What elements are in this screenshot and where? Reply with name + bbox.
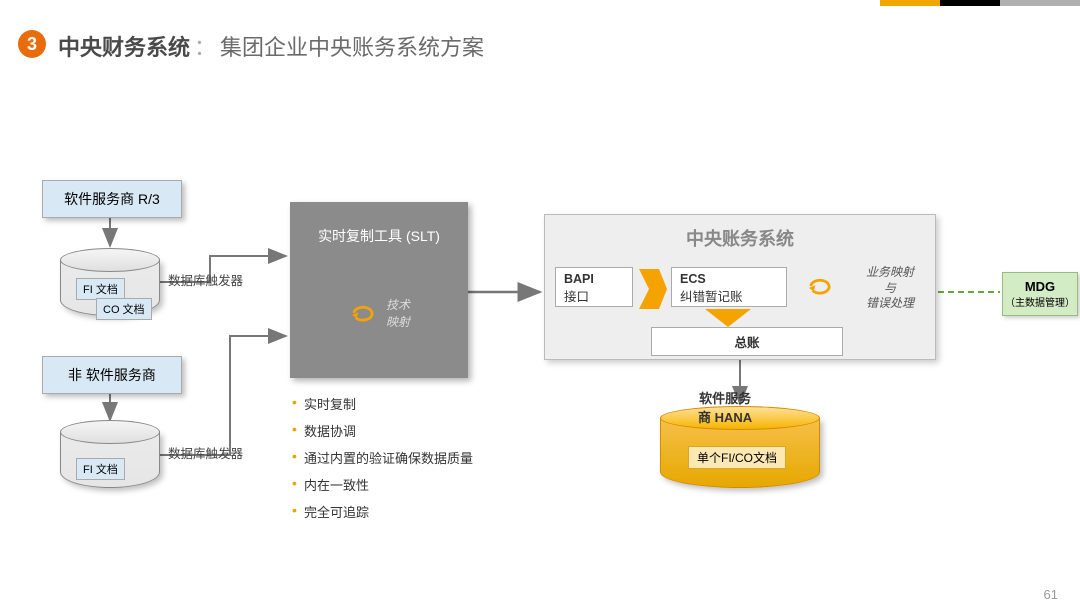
map-line-3: 错误处理: [849, 296, 931, 312]
bullet-item: 完全可追踪: [292, 502, 473, 521]
hana-db: 软件服务 商 HANA 单个FI/CO文档: [660, 418, 820, 488]
map-line-2: 与: [849, 281, 931, 297]
db-tag-co: CO 文档: [96, 298, 152, 320]
hana-db-tag: 单个FI/CO文档: [688, 446, 786, 469]
ecs-title: ECS: [680, 272, 778, 286]
title-separator: ：: [194, 35, 216, 60]
mdg-subtitle: （主数据管理）: [1003, 294, 1077, 309]
business-mapping-label: 业务映射 与 错误处理: [849, 265, 931, 312]
hana-db-title: 软件服务 商 HANA: [698, 388, 752, 426]
architecture-diagram: 软件服务商 R/3 FI 文档 CO 文档 数据库触发器 非 软件服务商 FI …: [0, 120, 1080, 580]
bullet-item: 通过内置的验证确保数据质量: [292, 448, 473, 467]
bullet-item: 实时复制: [292, 394, 473, 413]
bapi-box: BAPI 接口: [555, 267, 633, 307]
bapi-title: BAPI: [564, 272, 624, 286]
slt-map-label: 技术 映射: [386, 296, 410, 330]
mdg-box: MDG （主数据管理）: [1002, 272, 1078, 316]
chevron-right-icon: [639, 269, 667, 314]
db-tag-fi: FI 文档: [76, 278, 125, 300]
central-panel-title: 中央账务系统: [545, 215, 935, 257]
db-tag-fi-2: FI 文档: [76, 458, 125, 480]
source-sap-box: 软件服务商 R/3: [42, 180, 182, 218]
title-subtitle: 集团企业中央账务系统方案: [220, 35, 484, 60]
central-panel: 中央账务系统 BAPI 接口 ECS 纠错暂记账 总账 业务映射 与 错误处理: [544, 214, 936, 360]
slt-mapping-row: 技术 映射: [300, 296, 458, 330]
slide-title: 中央财务系统：集团企业中央账务系统方案: [58, 30, 484, 62]
slt-bullet-list: 实时复制 数据协调 通过内置的验证确保数据质量 内在一致性 完全可追踪: [292, 386, 473, 529]
map-line-1: 业务映射: [849, 265, 931, 281]
trigger-label-bottom: 数据库触发器: [168, 443, 243, 462]
source-sap-db: FI 文档 CO 文档: [60, 260, 160, 316]
slt-panel: 实时复制工具 (SLT) 技术 映射: [290, 202, 468, 378]
mdg-title: MDG: [1003, 279, 1077, 294]
cycle-icon: [348, 302, 378, 324]
title-main: 中央财务系统: [58, 35, 190, 60]
corner-band: [880, 0, 1080, 6]
source-nonsap-db: FI 文档: [60, 432, 160, 488]
page-number: 61: [1044, 587, 1058, 602]
gl-box: 总账: [651, 327, 843, 356]
bullet-item: 内在一致性: [292, 475, 473, 494]
bapi-subtitle: 接口: [564, 286, 624, 305]
ecs-subtitle: 纠错暂记账: [680, 286, 778, 305]
source-nonsap-box: 非 软件服务商: [42, 356, 182, 394]
cycle-icon: [805, 275, 835, 297]
bullet-item: 数据协调: [292, 421, 473, 440]
slide-number-badge: 3: [18, 30, 46, 58]
slt-title: 实时复制工具 (SLT): [300, 226, 458, 246]
ecs-box: ECS 纠错暂记账: [671, 267, 787, 307]
trigger-label-top: 数据库触发器: [168, 270, 243, 289]
